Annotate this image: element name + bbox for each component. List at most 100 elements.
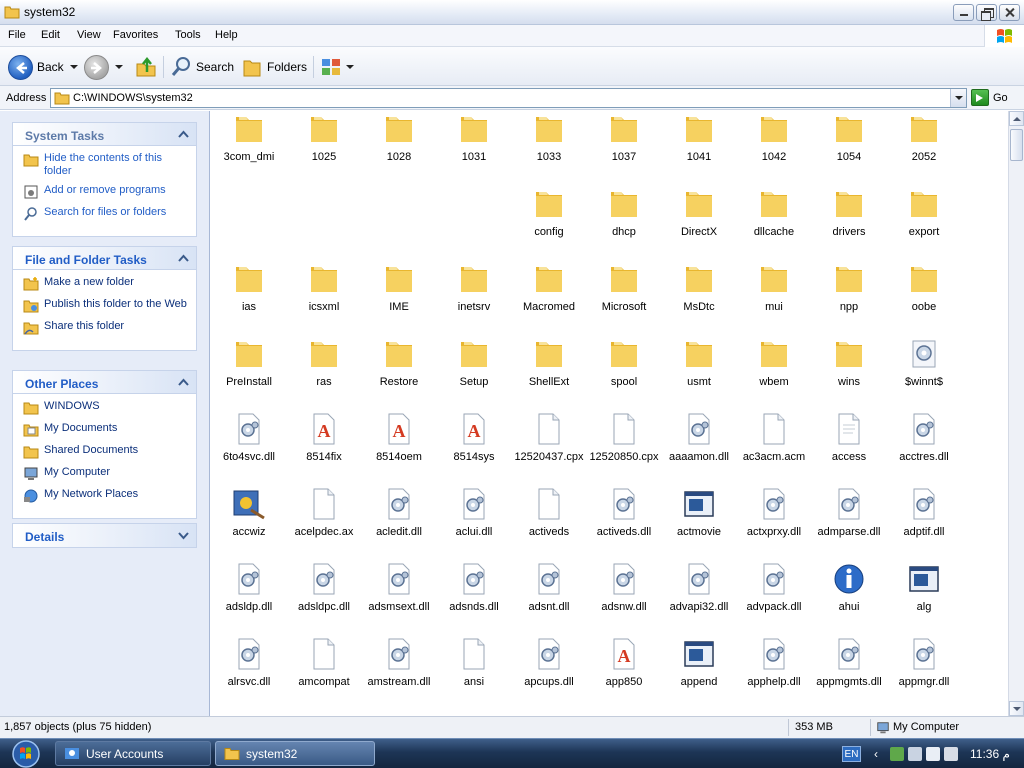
folder-item[interactable]: 1031 (437, 111, 511, 163)
folder-item[interactable]: 1037 (587, 111, 661, 163)
file-item[interactable]: apcups.dll (512, 636, 586, 688)
go-button[interactable]: Go (971, 89, 1008, 106)
folder-item[interactable]: npp (812, 261, 886, 313)
forward-dropdown-icon[interactable] (115, 65, 123, 69)
volume-tray-icon[interactable] (944, 747, 958, 761)
file-item[interactable]: actxprxy.dll (737, 486, 811, 538)
file-item[interactable]: ahui (812, 561, 886, 613)
file-item[interactable]: activeds.dll (587, 486, 661, 538)
file-item[interactable]: append (662, 636, 736, 688)
start-button-icon[interactable] (10, 739, 42, 768)
file-item[interactable]: ac3acm.acm (737, 411, 811, 463)
file-item[interactable]: Aapp850 (587, 636, 661, 688)
folder-item[interactable]: MsDtc (662, 261, 736, 313)
place-shared-documents[interactable]: Shared Documents (23, 444, 188, 460)
file-item[interactable]: $winnt$ (887, 336, 961, 388)
task-search-files[interactable]: Search for files or folders (23, 206, 188, 222)
menu-favorites[interactable]: Favorites (113, 29, 158, 41)
collapse-icon[interactable] (178, 129, 189, 140)
restore-button[interactable] (976, 4, 997, 21)
folders-button[interactable]: Folders (241, 54, 307, 80)
file-item[interactable]: adsnds.dll (437, 561, 511, 613)
menu-file[interactable]: File (8, 29, 26, 41)
file-item[interactable]: adsnt.dll (512, 561, 586, 613)
details-header[interactable]: Details (13, 524, 196, 547)
up-folder-button[interactable] (135, 54, 157, 80)
folder-item[interactable]: usmt (662, 336, 736, 388)
folder-item[interactable]: Setup (437, 336, 511, 388)
address-dropdown-button[interactable] (950, 89, 966, 107)
place-my-computer[interactable]: My Computer (23, 466, 188, 482)
scroll-up-button[interactable] (1009, 111, 1024, 126)
file-item[interactable]: adptif.dll (887, 486, 961, 538)
folder-item[interactable]: wbem (737, 336, 811, 388)
place-my-network-places[interactable]: My Network Places (23, 488, 188, 504)
place-my-documents[interactable]: My Documents (23, 422, 188, 438)
file-item[interactable]: adsmsext.dll (362, 561, 436, 613)
folder-item[interactable]: ias (212, 261, 286, 313)
folder-item[interactable]: 1028 (362, 111, 436, 163)
file-item[interactable]: aaaamon.dll (662, 411, 736, 463)
back-dropdown-icon[interactable] (69, 65, 78, 69)
file-item[interactable]: A 8514oem (362, 411, 436, 463)
folder-item[interactable]: Restore (362, 336, 436, 388)
folder-item[interactable]: 1041 (662, 111, 736, 163)
minimize-button[interactable] (953, 4, 974, 21)
address-input[interactable]: C:\WINDOWS\system32 (50, 88, 967, 108)
file-item[interactable]: advpack.dll (737, 561, 811, 613)
folder-item[interactable]: spool (587, 336, 661, 388)
folder-item[interactable]: 2052 (887, 111, 961, 163)
file-item[interactable]: alrsvc.dll (212, 636, 286, 688)
file-item[interactable]: actmovie (662, 486, 736, 538)
folder-item[interactable]: ShellExt (512, 336, 586, 388)
search-button[interactable]: Search (170, 54, 234, 80)
file-item[interactable]: advapi32.dll (662, 561, 736, 613)
folder-item[interactable]: icsxml (287, 261, 361, 313)
folder-item[interactable]: Microsoft (587, 261, 661, 313)
close-button[interactable] (999, 4, 1020, 21)
file-item[interactable]: appmgr.dll (887, 636, 961, 688)
file-item[interactable]: acelpdec.ax (287, 486, 361, 538)
file-item[interactable]: activeds (512, 486, 586, 538)
file-item[interactable]: accwiz (212, 486, 286, 538)
other-places-header[interactable]: Other Places (13, 371, 196, 394)
menu-help[interactable]: Help (215, 29, 238, 41)
file-item[interactable]: adsldpc.dll (287, 561, 361, 613)
collapse-icon[interactable] (178, 253, 189, 264)
taskbar-system32[interactable]: system32 (215, 741, 375, 766)
language-indicator[interactable]: EN (842, 746, 861, 762)
folder-item[interactable]: dhcp (587, 186, 661, 238)
title-bar[interactable]: system32 (0, 0, 1024, 25)
task-publish-web[interactable]: Publish this folder to the Web (23, 298, 188, 314)
folder-item[interactable]: drivers (812, 186, 886, 238)
folder-item[interactable]: PreInstall (212, 336, 286, 388)
vertical-scrollbar[interactable] (1008, 111, 1024, 716)
file-item[interactable]: apphelp.dll (737, 636, 811, 688)
file-item[interactable]: alg (887, 561, 961, 613)
file-item[interactable]: amcompat (287, 636, 361, 688)
place-windows[interactable]: WINDOWS (23, 400, 188, 416)
file-item[interactable]: appmgmts.dll (812, 636, 886, 688)
tray-expand-icon[interactable]: ‹ (874, 747, 878, 761)
file-item[interactable]: adsldp.dll (212, 561, 286, 613)
collapse-icon[interactable] (178, 377, 189, 388)
views-button[interactable] (320, 54, 354, 80)
task-new-folder[interactable]: Make a new folder (23, 276, 188, 292)
tray-app-icon[interactable] (926, 747, 940, 761)
system-tasks-header[interactable]: System Tasks (13, 123, 196, 146)
file-item[interactable]: adsnw.dll (587, 561, 661, 613)
folder-item[interactable]: 3com_dmi (212, 111, 286, 163)
folder-item[interactable]: config (512, 186, 586, 238)
clock[interactable]: 11:36 م (970, 747, 1010, 761)
file-item[interactable]: 12520437.cpx (512, 411, 586, 463)
taskbar-user-accounts[interactable]: User Accounts (55, 741, 211, 766)
folder-item[interactable]: ras (287, 336, 361, 388)
task-hide-contents[interactable]: Hide the contents of this folder (23, 152, 188, 178)
file-folder-tasks-header[interactable]: File and Folder Tasks (13, 247, 196, 270)
file-item[interactable]: 6to4svc.dll (212, 411, 286, 463)
network-tray-icon[interactable] (890, 747, 904, 761)
folder-item[interactable]: 1033 (512, 111, 586, 163)
folder-item[interactable]: DirectX (662, 186, 736, 238)
folder-item[interactable]: IME (362, 261, 436, 313)
folder-item[interactable]: inetsrv (437, 261, 511, 313)
